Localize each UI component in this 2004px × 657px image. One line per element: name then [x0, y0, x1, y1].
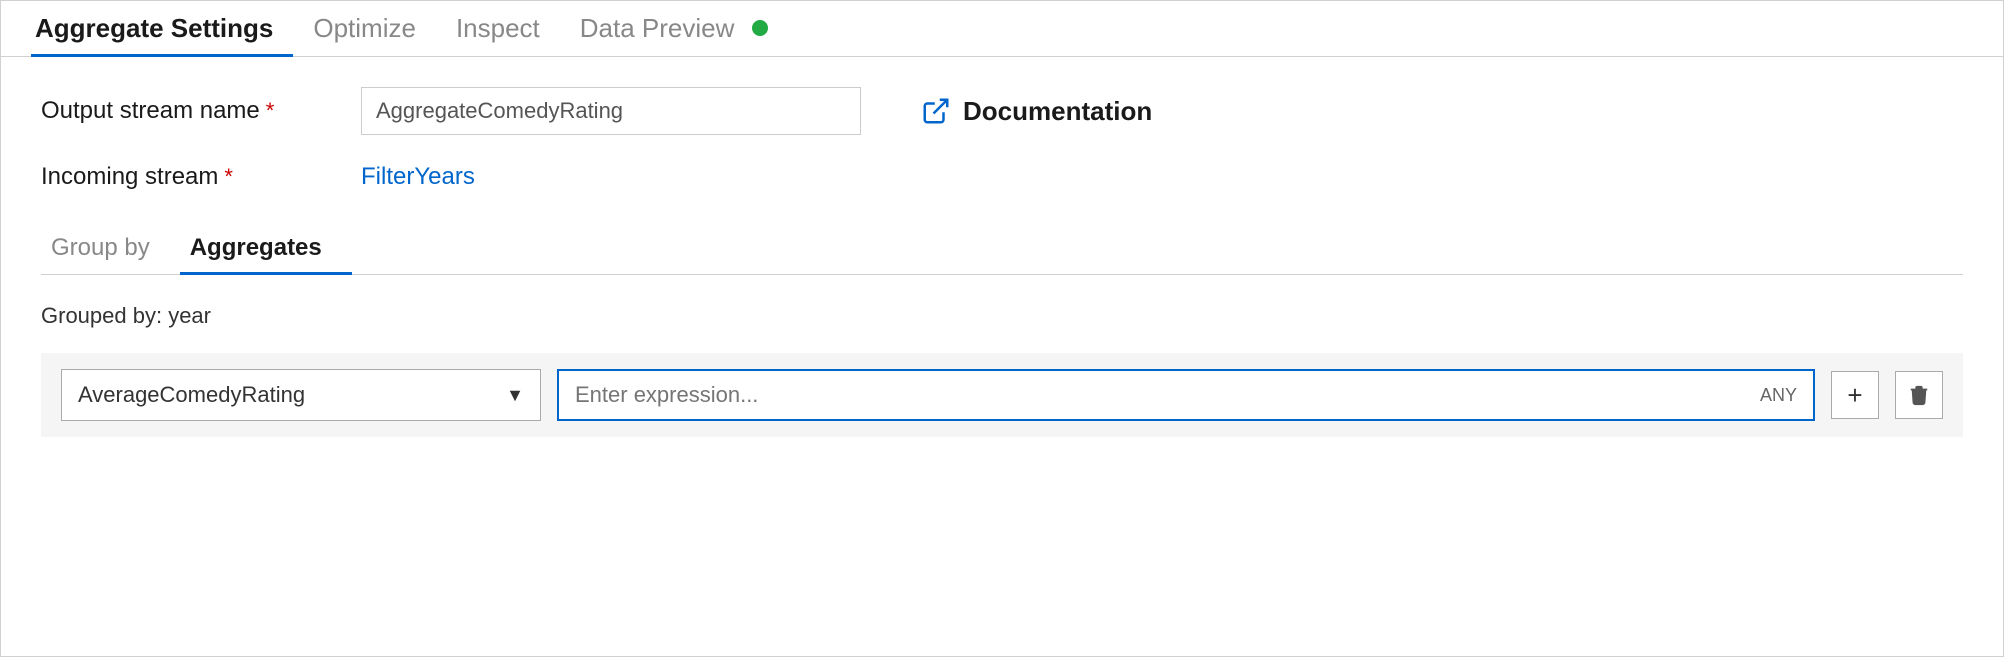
tab-optimize[interactable]: Optimize: [293, 13, 436, 56]
aggregate-dropdown[interactable]: AverageComedyRating ▼: [61, 369, 541, 421]
grouped-by-section: Grouped by: year AverageComedyRating ▼ A…: [41, 275, 1963, 457]
grouped-by-label: Grouped by: year: [41, 303, 1963, 329]
tab-inspect[interactable]: Inspect: [436, 13, 560, 56]
dropdown-arrow-icon: ▼: [506, 385, 524, 406]
tab-aggregate-settings[interactable]: Aggregate Settings: [31, 13, 293, 56]
incoming-stream-row: Incoming stream * FilterYears: [41, 163, 1963, 191]
content-area: Output stream name * Documentation Incom…: [1, 57, 2003, 656]
external-link-icon: [921, 96, 951, 126]
output-stream-input[interactable]: [361, 87, 861, 135]
delete-aggregate-button[interactable]: [1895, 371, 1943, 419]
sub-tab-bar: Group by Aggregates: [41, 219, 1963, 275]
any-badge: ANY: [1760, 385, 1797, 406]
incoming-stream-label: Incoming stream *: [41, 163, 361, 191]
documentation-link[interactable]: Documentation: [921, 96, 1152, 127]
incoming-stream-required-star: *: [224, 164, 233, 190]
trash-icon: [1908, 384, 1930, 406]
tab-data-preview[interactable]: Data Preview: [560, 13, 788, 56]
main-container: Aggregate Settings Optimize Inspect Data…: [0, 0, 2004, 657]
tab-bar: Aggregate Settings Optimize Inspect Data…: [1, 1, 2003, 57]
data-preview-dot: [752, 20, 768, 36]
documentation-label: Documentation: [963, 96, 1152, 127]
output-stream-row: Output stream name * Documentation: [41, 87, 1963, 135]
incoming-stream-link[interactable]: FilterYears: [361, 163, 475, 191]
output-stream-label: Output stream name *: [41, 97, 361, 125]
expression-input[interactable]: [575, 382, 1752, 408]
add-aggregate-button[interactable]: +: [1831, 371, 1879, 419]
output-stream-required-star: *: [266, 98, 275, 124]
aggregate-row: AverageComedyRating ▼ ANY +: [41, 353, 1963, 437]
expression-input-wrapper: ANY: [557, 369, 1815, 421]
sub-tab-aggregates[interactable]: Aggregates: [180, 234, 352, 274]
sub-tab-group-by[interactable]: Group by: [41, 234, 180, 274]
aggregate-dropdown-value: AverageComedyRating: [78, 382, 305, 408]
